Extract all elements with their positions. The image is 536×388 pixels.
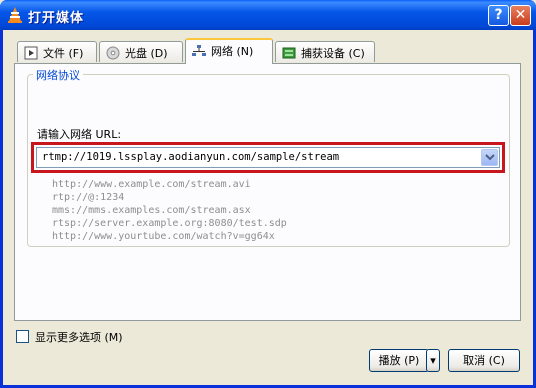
tab-network-label: 网络 (N) bbox=[211, 45, 254, 58]
close-button[interactable]: ✕ bbox=[510, 5, 531, 26]
play-dropdown-button[interactable]: ▾ bbox=[426, 349, 440, 372]
tab-capture-label: 捕获设备 (C) bbox=[301, 47, 365, 60]
title-bar[interactable]: 打开媒体 ? ✕ bbox=[0, 0, 536, 30]
url-input[interactable]: rtmp://1019.lssplay.aodianyun.com/sample… bbox=[36, 147, 500, 168]
url-label: 请输入网络 URL: bbox=[37, 128, 122, 141]
example-url: http://www.yourtube.com/watch?v=gg64x bbox=[52, 231, 275, 242]
show-more-checkbox[interactable] bbox=[16, 330, 29, 343]
tab-disc-label: 光盘 (D) bbox=[125, 47, 168, 60]
network-icon bbox=[192, 45, 206, 56]
tab-network[interactable]: 网络 (N) bbox=[185, 38, 273, 64]
network-tab-panel: 网络协议 请输入网络 URL: rtmp://1019.lssplay.aodi… bbox=[14, 63, 521, 321]
disc-icon bbox=[106, 46, 120, 60]
help-button[interactable]: ? bbox=[488, 5, 509, 26]
show-more-label: 显示更多选项 (M) bbox=[35, 331, 123, 344]
window-title: 打开媒体 bbox=[28, 11, 85, 26]
file-icon bbox=[24, 46, 38, 60]
group-title: 网络协议 bbox=[33, 67, 83, 83]
url-dropdown-button[interactable] bbox=[481, 149, 498, 166]
tab-file-label: 文件 (F) bbox=[43, 47, 84, 60]
open-media-dialog: 打开媒体 ? ✕ 文件 (F) 光盘 (D) 网络 (N) 捕获设备 (C) 网… bbox=[0, 0, 536, 388]
tab-file[interactable]: 文件 (F) bbox=[17, 41, 97, 62]
example-url: rtsp://server.example.org:8080/test.sdp bbox=[52, 218, 287, 229]
dialog-body: 文件 (F) 光盘 (D) 网络 (N) 捕获设备 (C) 网络协议 请输入网络… bbox=[3, 30, 533, 385]
play-button[interactable]: 播放 (P) bbox=[369, 349, 429, 372]
capture-device-icon bbox=[282, 47, 296, 59]
url-examples: http://www.example.com/stream.avi rtp://… bbox=[52, 178, 287, 243]
example-url: http://www.example.com/stream.avi bbox=[52, 179, 251, 190]
vlc-cone-icon bbox=[8, 7, 22, 23]
chevron-down-icon bbox=[485, 154, 495, 161]
example-url: mms://mms.examples.com/stream.asx bbox=[52, 205, 251, 216]
tab-disc[interactable]: 光盘 (D) bbox=[99, 41, 183, 62]
show-more-options[interactable]: 显示更多选项 (M) bbox=[16, 329, 123, 345]
tab-capture-device[interactable]: 捕获设备 (C) bbox=[275, 41, 375, 62]
url-value: rtmp://1019.lssplay.aodianyun.com/sample… bbox=[42, 151, 340, 163]
cancel-button[interactable]: 取消 (C) bbox=[448, 349, 520, 372]
example-url: rtp://@:1234 bbox=[52, 192, 125, 203]
